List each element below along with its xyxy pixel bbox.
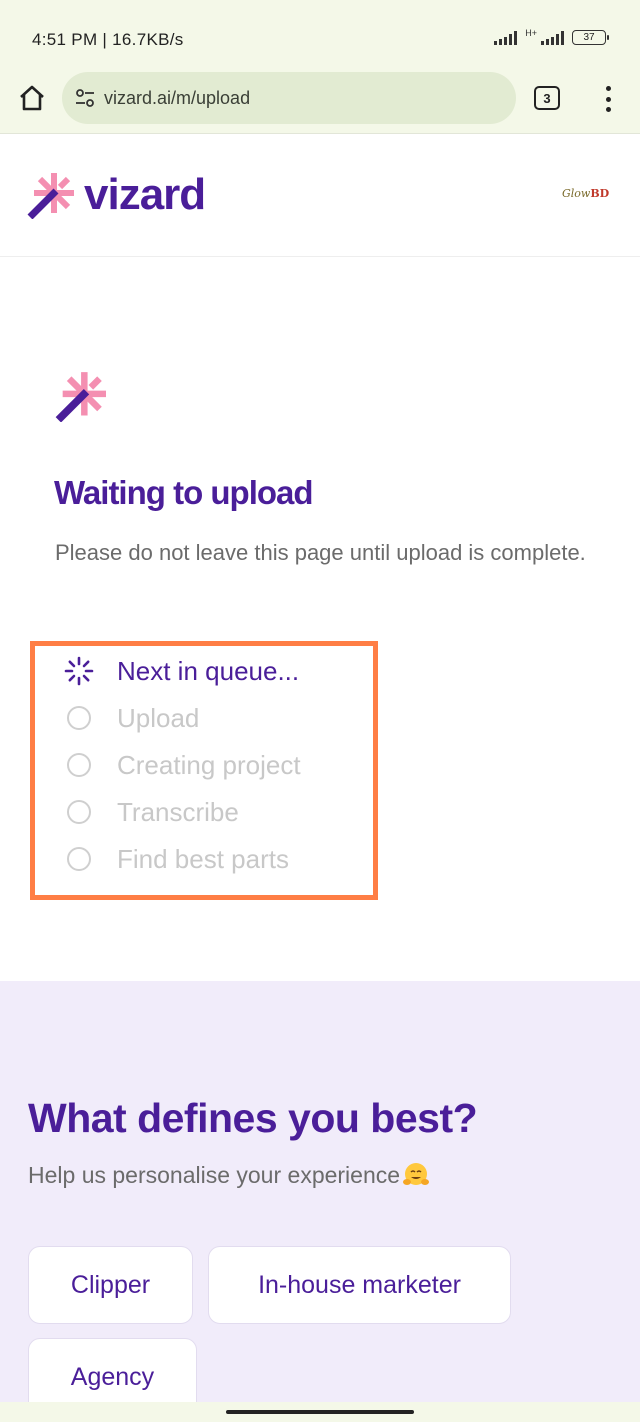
site-settings-icon[interactable]: [74, 87, 96, 109]
option-in-house-marketer-button[interactable]: In-house marketer: [208, 1246, 511, 1324]
battery-icon: 37: [572, 30, 609, 45]
battery-level: 37: [583, 32, 595, 43]
partner-logo-accent: BD: [590, 187, 610, 200]
signal-icon-2: [541, 30, 564, 45]
step-transcribe: Transcribe: [63, 792, 239, 832]
site-header: vizard GlowBD: [0, 135, 640, 257]
survey-subtitle: Help us personalise your experience: [28, 1161, 430, 1189]
option-clipper-button[interactable]: Clipper: [28, 1246, 193, 1324]
tabs-button[interactable]: 3: [534, 86, 560, 110]
vizard-logo-icon: [27, 173, 74, 219]
home-icon: [20, 85, 44, 111]
brand-logo[interactable]: vizard: [26, 170, 206, 219]
home-gesture-handle[interactable]: [226, 1410, 414, 1414]
pending-circle-icon: [67, 706, 91, 730]
upload-title: Waiting to upload: [54, 474, 314, 511]
upload-steps-list: Next in queue... Upload Creating project…: [30, 641, 378, 900]
survey-title: What defines you best?: [28, 1095, 478, 1141]
survey-section: What defines you best? Help us personali…: [0, 981, 640, 1416]
step-label: Transcribe: [117, 796, 239, 827]
status-time: 4:51 PM | 16.7KB/s: [32, 30, 184, 49]
status-indicators: H+ 37: [494, 28, 609, 45]
status-bar: 4:51 PM | 16.7KB/s H+ 37: [0, 0, 640, 72]
survey-subtitle-text: Help us personalise your experience: [28, 1161, 401, 1188]
step-label: Creating project: [117, 749, 301, 780]
upload-subtitle: Please do not leave this page until uplo…: [55, 540, 586, 565]
signal-icon: [494, 30, 518, 45]
home-button[interactable]: [16, 82, 48, 114]
more-vert-button[interactable]: [596, 82, 620, 116]
network-type-label: H+: [525, 28, 537, 38]
step-creating-project: Creating project: [63, 745, 301, 785]
step-label: Find best parts: [117, 843, 289, 874]
vizard-sparkle-icon: [55, 372, 106, 422]
step-next-in-queue: Next in queue...: [63, 651, 299, 691]
step-label: Next in queue...: [117, 655, 300, 686]
gesture-navigation-bar: [0, 1402, 640, 1422]
tab-count: 3: [543, 90, 551, 106]
brand-name: vizard: [84, 170, 206, 219]
partner-logo-main: Glow: [562, 187, 591, 200]
pending-circle-icon: [67, 753, 91, 777]
browser-toolbar: vizard.ai/m/upload 3: [0, 72, 640, 134]
partner-logo: GlowBD: [562, 187, 609, 200]
address-bar[interactable]: vizard.ai/m/upload: [62, 72, 516, 124]
url-text[interactable]: vizard.ai/m/upload: [104, 88, 250, 109]
pending-circle-icon: [67, 847, 91, 871]
step-upload: Upload: [63, 698, 199, 738]
hugging-face-emoji-icon: [403, 1163, 430, 1185]
loading-spinner-icon: [63, 655, 95, 687]
step-find-best-parts: Find best parts: [63, 839, 289, 879]
step-label: Upload: [117, 702, 200, 733]
pending-circle-icon: [67, 800, 91, 824]
